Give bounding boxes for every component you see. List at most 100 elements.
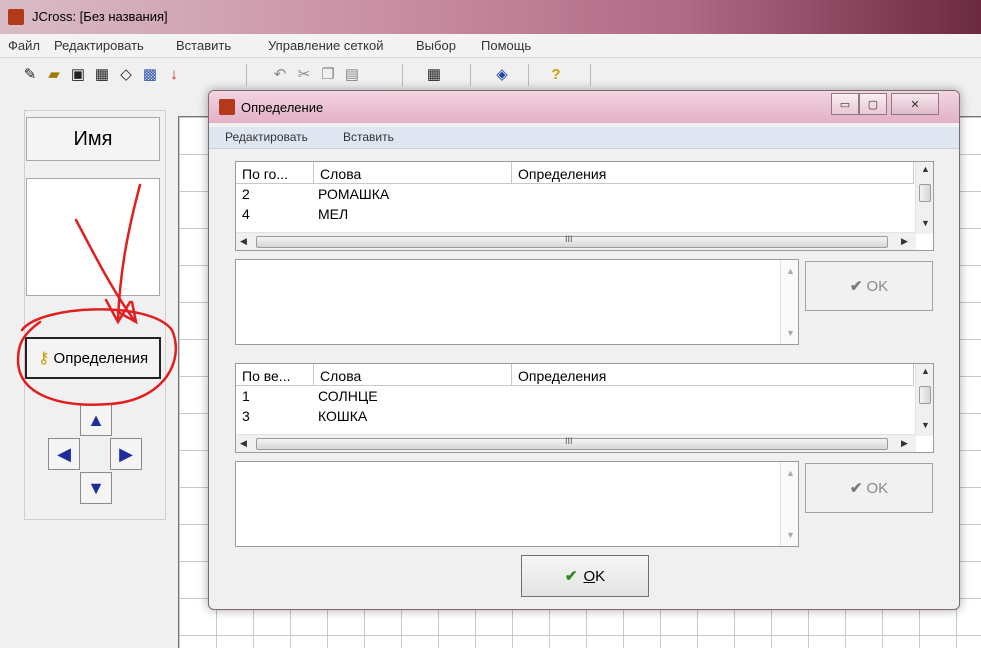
column-header-number[interactable]: По го... <box>236 162 314 184</box>
horizontal-scrollbar[interactable]: ◀ III ▶ <box>236 232 916 250</box>
horizontal-definition-editor[interactable]: ▲ ▼ <box>235 259 799 345</box>
vertical-words-list[interactable]: По ве... Слова Определения 1 СОЛНЦЕ 3 КО… <box>235 363 934 453</box>
toolbar-separator <box>590 64 591 86</box>
dialog-menu-insert[interactable]: Вставить <box>343 130 394 144</box>
scroll-up-icon[interactable]: ▲ <box>921 366 930 376</box>
main-titlebar[interactable]: JCross: [Без названия] <box>0 0 981 34</box>
dialog-title: Определение <box>241 100 324 115</box>
scroll-down-icon[interactable]: ▼ <box>786 530 795 540</box>
scroll-right-icon[interactable]: ▶ <box>901 438 908 449</box>
ok-label: OK <box>866 479 889 497</box>
scroll-thumb[interactable] <box>919 386 931 404</box>
help-icon[interactable]: ? <box>546 64 566 84</box>
vertical-ok-button[interactable]: ✔ OK <box>805 463 933 513</box>
ok-label-rest: K <box>595 567 606 585</box>
left-arrow-button[interactable]: ◀ <box>48 438 80 470</box>
list-item[interactable]: 4 МЕЛ <box>236 204 908 224</box>
scroll-up-icon[interactable]: ▲ <box>786 266 795 276</box>
scroll-down-icon[interactable]: ▼ <box>921 420 930 430</box>
menu-grid[interactable]: Управление сеткой <box>268 38 383 53</box>
horizontal-scrollbar[interactable]: ◀ III ▶ <box>236 434 916 452</box>
up-arrow-button[interactable]: ▲ <box>80 404 112 436</box>
memo-scrollbar[interactable]: ▲ ▼ <box>780 462 798 546</box>
column-header-words[interactable]: Слова <box>314 364 512 386</box>
grid-icon[interactable]: ▦ <box>424 64 444 84</box>
paste-icon[interactable]: ▤ <box>342 64 362 84</box>
right-arrow-button[interactable]: ▶ <box>110 438 142 470</box>
scroll-down-icon[interactable]: ▼ <box>921 218 930 228</box>
column-header-definitions[interactable]: Определения <box>512 162 914 184</box>
window-title: JCross: [Без названия] <box>32 9 168 24</box>
eraser-icon[interactable]: ◇ <box>116 64 136 84</box>
open-icon[interactable]: ▰ <box>44 64 64 84</box>
minimize-icon: ▭ <box>839 98 851 111</box>
column-header-number[interactable]: По ве... <box>236 364 314 386</box>
save-icon[interactable]: ▣ <box>68 64 88 84</box>
scroll-down-icon[interactable]: ▼ <box>786 328 795 338</box>
palette-icon[interactable]: ◈ <box>492 64 512 84</box>
check-icon: ✔ <box>849 480 863 497</box>
dialog-titlebar[interactable]: Определение ▭ ▢ ✕ <box>209 91 959 123</box>
copy-icon[interactable]: ❐ <box>318 64 338 84</box>
column-header-definitions[interactable]: Определения <box>512 364 914 386</box>
scroll-thumb[interactable] <box>919 184 931 202</box>
left-panel <box>24 110 166 520</box>
minimize-button[interactable]: ▭ <box>831 93 859 115</box>
dialog-ok-button[interactable]: ✔ OK <box>521 555 649 597</box>
dialog-app-icon <box>219 99 235 115</box>
close-icon: ✕ <box>910 98 920 111</box>
scroll-right-icon[interactable]: ▶ <box>901 236 908 247</box>
main-toolbar: ✎ ▰ ▣ ▦ ◇ ▩ ↓ ↶ ✂ ❐ ▤ ▦ ◈ ? <box>0 58 981 90</box>
definitions-button-label: Определения <box>53 349 149 367</box>
close-button[interactable]: ✕ <box>891 93 939 115</box>
scroll-thumb[interactable]: III <box>256 436 888 450</box>
undo-icon[interactable]: ↶ <box>270 64 290 84</box>
list-item[interactable]: 3 КОШКА <box>236 406 908 426</box>
pattern-icon[interactable]: ▩ <box>140 64 160 84</box>
scroll-grip: III <box>565 234 573 244</box>
menu-help[interactable]: Помощь <box>481 38 531 53</box>
down-arrow-icon[interactable]: ↓ <box>164 64 184 84</box>
scroll-up-icon[interactable]: ▲ <box>921 164 930 174</box>
vertical-scrollbar[interactable]: ▲ ▼ <box>915 162 933 234</box>
horizontal-words-list[interactable]: По го... Слова Определения 2 РОМАШКА 4 М… <box>235 161 934 251</box>
scroll-up-icon[interactable]: ▲ <box>786 468 795 478</box>
list-item[interactable]: 2 РОМАШКА <box>236 184 908 204</box>
dialog-menu-edit[interactable]: Редактировать <box>225 130 308 144</box>
scroll-thumb[interactable]: III <box>256 234 888 248</box>
toolbar-separator <box>246 64 247 86</box>
item-number: 4 <box>242 206 250 222</box>
new-icon[interactable]: ✎ <box>20 64 40 84</box>
cut-icon[interactable]: ✂ <box>294 64 314 84</box>
item-number: 2 <box>242 186 250 202</box>
definitions-button[interactable]: ⚷ Определения <box>25 337 161 379</box>
main-menubar: Файл Редактировать Вставить Управление с… <box>0 34 981 58</box>
scroll-left-icon[interactable]: ◀ <box>240 236 247 247</box>
down-arrow-button[interactable]: ▼ <box>80 472 112 504</box>
menu-select[interactable]: Выбор <box>416 38 456 53</box>
vertical-definition-editor[interactable]: ▲ ▼ <box>235 461 799 547</box>
menu-file[interactable]: Файл <box>8 38 40 53</box>
arrow-down-icon: ▼ <box>87 477 105 498</box>
item-word: КОШКА <box>318 408 368 424</box>
item-word: РОМАШКА <box>318 186 390 202</box>
key-icon: ⚷ <box>37 350 50 367</box>
save-as-icon[interactable]: ▦ <box>92 64 112 84</box>
item-word: МЕЛ <box>318 206 349 222</box>
maximize-button[interactable]: ▢ <box>859 93 887 115</box>
list-item[interactable]: 1 СОЛНЦЕ <box>236 386 908 406</box>
memo-scrollbar[interactable]: ▲ ▼ <box>780 260 798 344</box>
arrow-right-icon: ▶ <box>119 443 133 464</box>
vertical-scrollbar[interactable]: ▲ ▼ <box>915 364 933 436</box>
horizontal-ok-button[interactable]: ✔ OK <box>805 261 933 311</box>
scroll-left-icon[interactable]: ◀ <box>240 438 247 449</box>
menu-edit[interactable]: Редактировать <box>54 38 144 53</box>
ok-accelerator: O <box>583 567 596 585</box>
menu-insert[interactable]: Вставить <box>176 38 231 53</box>
arrow-up-icon: ▲ <box>87 409 105 430</box>
ok-label: OK <box>866 277 889 295</box>
dialog-menubar: Редактировать Вставить <box>209 127 959 149</box>
item-number: 1 <box>242 388 250 404</box>
name-label: Имя <box>26 117 160 161</box>
column-header-words[interactable]: Слова <box>314 162 512 184</box>
